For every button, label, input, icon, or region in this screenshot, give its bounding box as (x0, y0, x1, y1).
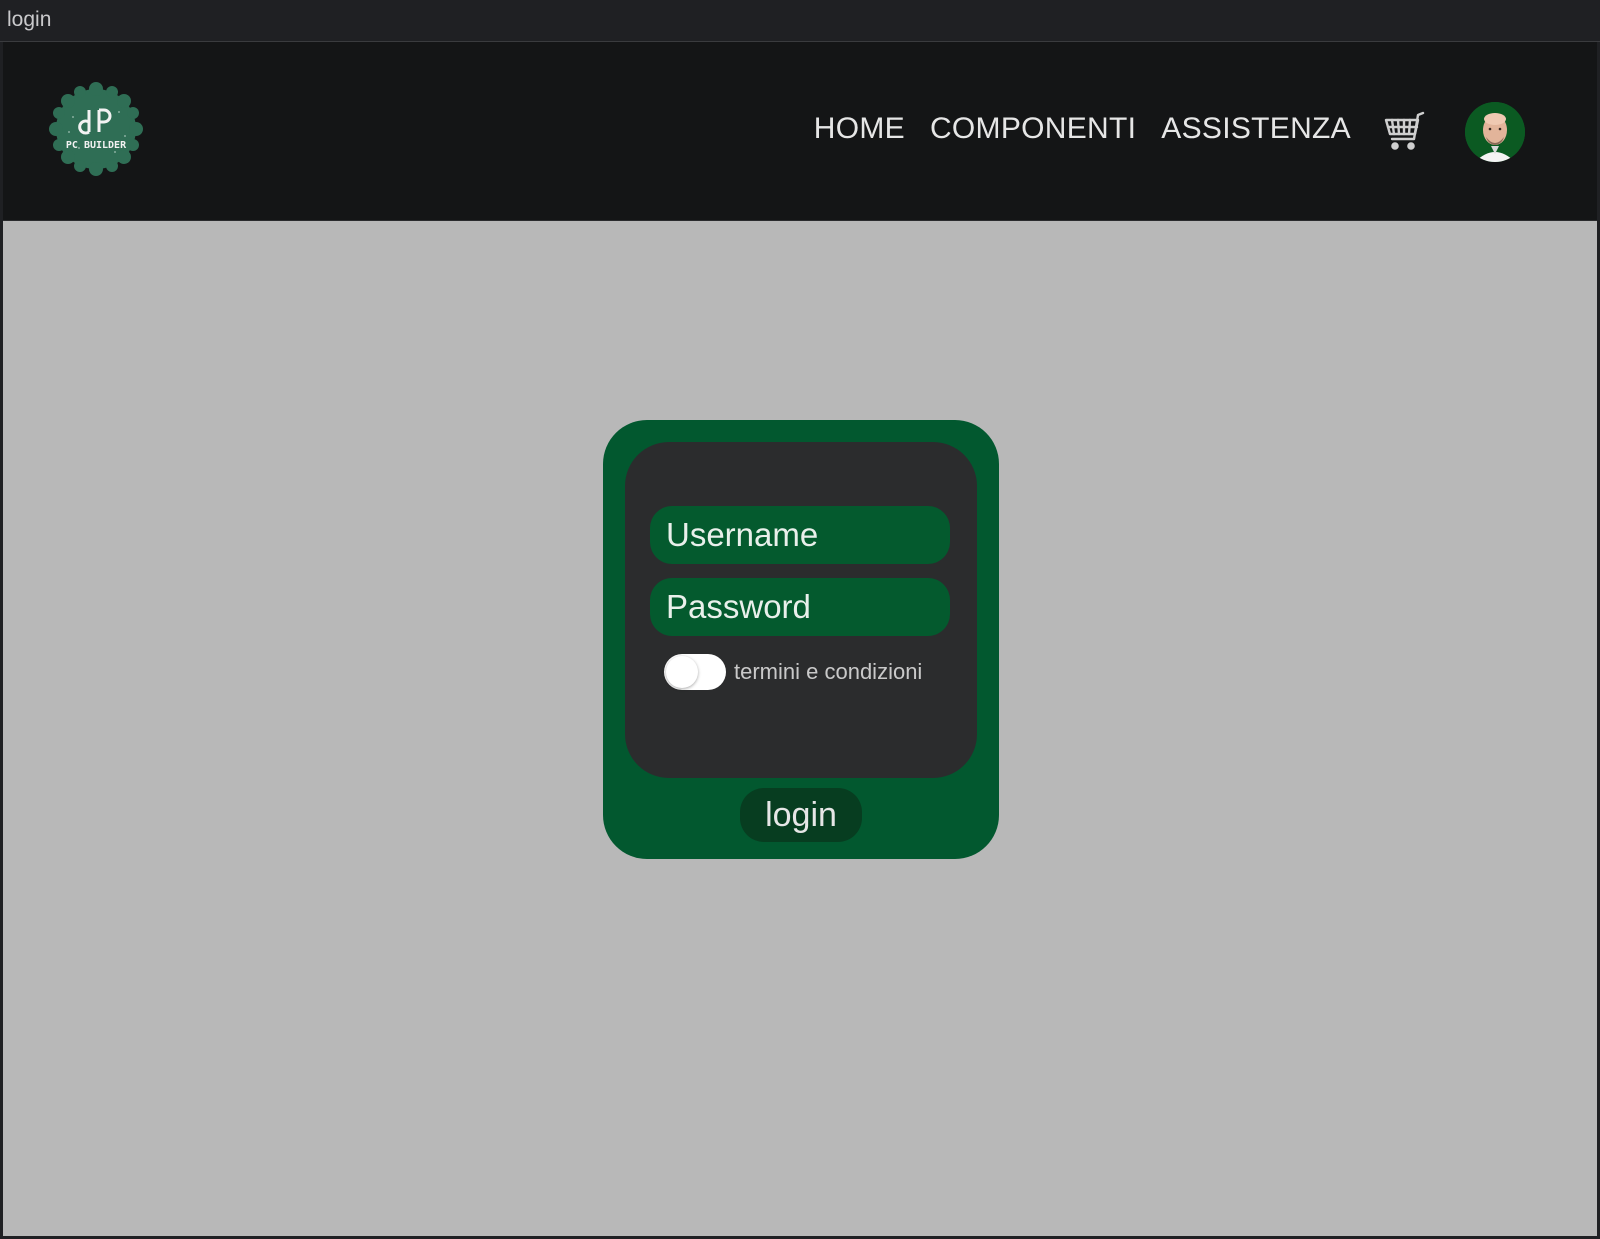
logo-text: PC BUILDER (66, 140, 127, 151)
shopping-cart-icon[interactable] (1383, 110, 1427, 154)
login-card: termini e condizioni login (603, 420, 999, 859)
top-navbar: PC BUILDER HOME COMPONENTI ASSISTENZA (3, 42, 1597, 221)
terms-toggle[interactable] (664, 654, 726, 690)
terms-label: termini e condizioni (734, 659, 923, 684)
page-viewport: PC BUILDER HOME COMPONENTI ASSISTENZA Us… (3, 42, 1597, 1236)
browser-window: login PC BUILDER HOME COMPONENTI ASSISTE… (0, 0, 1600, 1239)
window-title: login (7, 8, 52, 31)
main-navigation: HOME COMPONENTI ASSISTENZA (789, 112, 1351, 146)
login-form-panel: termini e condizioni (625, 442, 977, 778)
login-button[interactable]: login (740, 788, 862, 842)
user-avatar-icon[interactable] (1465, 102, 1525, 162)
pc-builder-logo-icon[interactable]: PC BUILDER (49, 82, 143, 176)
nav-link-home[interactable]: HOME (814, 112, 905, 146)
terms-toggle-row: termini e condizioni (664, 654, 922, 690)
nav-link-assistenza[interactable]: ASSISTENZA (1161, 112, 1351, 146)
nav-link-componenti[interactable]: COMPONENTI (930, 112, 1136, 146)
toggle-knob (666, 656, 698, 688)
username-input[interactable] (650, 506, 950, 564)
password-input[interactable] (650, 578, 950, 636)
window-titlebar: login (0, 0, 1600, 42)
